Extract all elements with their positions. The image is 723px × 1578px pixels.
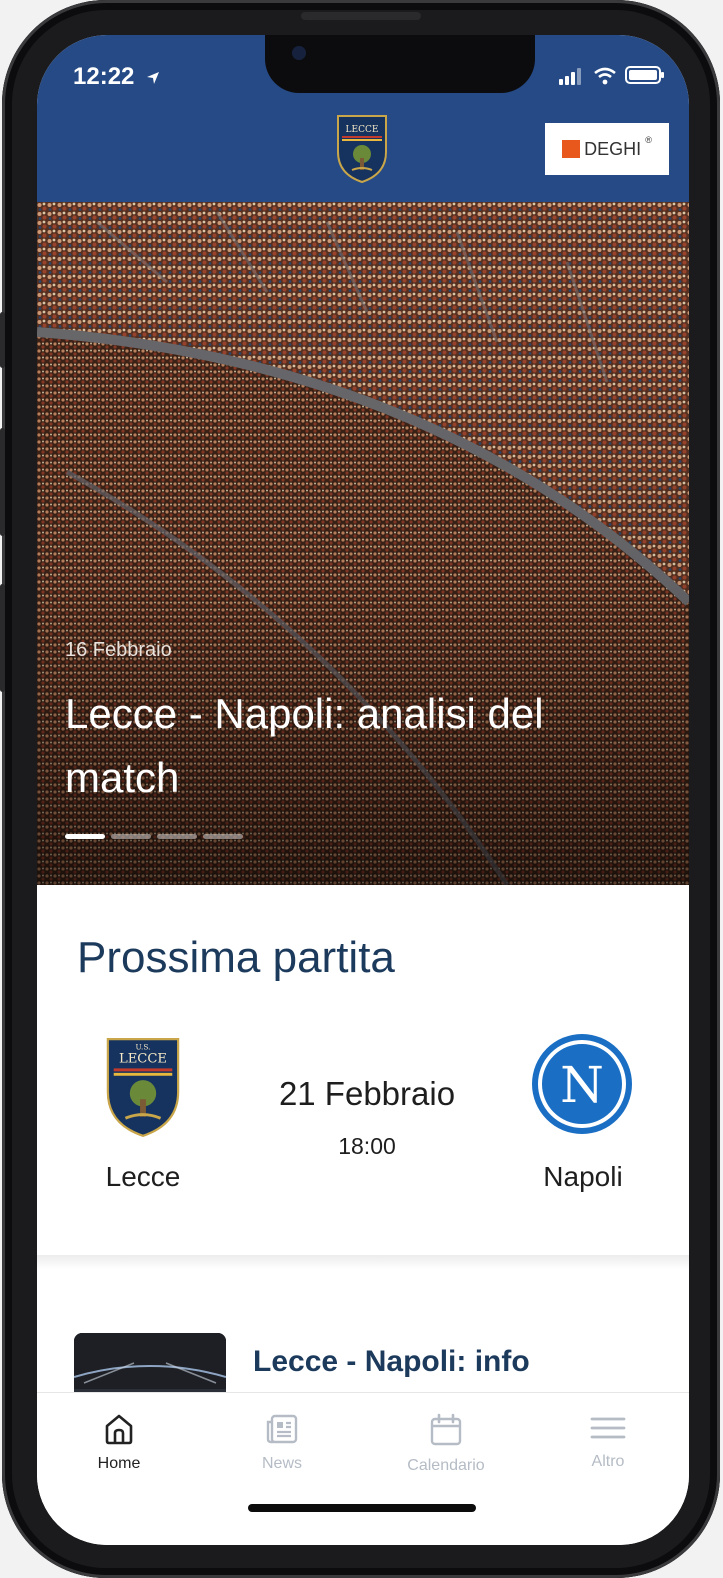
next-match-card[interactable]: Prossima partita U.S. LECCE Lecce 21 Feb… [37, 885, 689, 1255]
tab-news[interactable]: News [217, 1413, 347, 1473]
status-icons [559, 65, 665, 85]
svg-text:U.S.: U.S. [136, 1042, 151, 1051]
carousel-dot[interactable] [203, 834, 243, 839]
menu-icon [590, 1417, 626, 1439]
lecce-crest-icon: U.S. LECCE [106, 1038, 180, 1137]
svg-text:LECCE: LECCE [119, 1052, 167, 1067]
silent-switch [0, 312, 5, 368]
tab-altro[interactable]: Altro [543, 1413, 673, 1471]
tab-calendario-label: Calendario [407, 1457, 485, 1474]
app-screen: LECCE DEGHI ® 12:22 16 Febbraio Lecce - … [37, 35, 689, 1545]
tab-bar: Home News Calendario Altro [37, 1392, 689, 1545]
match-date: 21 Febbraio [278, 1075, 456, 1112]
section-divider [37, 1255, 689, 1269]
carousel-indicator[interactable] [65, 834, 243, 839]
signal-icon [559, 68, 581, 85]
tab-home-label: Home [97, 1455, 141, 1472]
battery-icon [625, 66, 664, 84]
tab-home[interactable]: Home [54, 1413, 184, 1473]
club-crest-icon[interactable]: LECCE [334, 112, 390, 184]
location-arrow-icon [147, 71, 160, 84]
hero-carousel[interactable]: 16 Febbraio Lecce - Napoli: analisi del … [37, 202, 689, 885]
away-team-name: Napoli [543, 1161, 623, 1192]
wifi-icon [594, 67, 616, 85]
news-icon [266, 1414, 298, 1444]
status-time: 12:22 [73, 63, 161, 91]
calendar-icon [430, 1413, 462, 1446]
registered-mark: ® [645, 135, 652, 145]
hero-title[interactable]: Lecce - Napoli: analisi del match [65, 682, 605, 810]
sponsor-logo[interactable]: DEGHI ® [545, 123, 669, 175]
carousel-dot[interactable] [157, 834, 197, 839]
home-icon [105, 1414, 133, 1445]
napoli-crest-icon: N [532, 1034, 632, 1134]
tab-calendario[interactable]: Calendario [381, 1413, 511, 1475]
sponsor-name: DEGHI [584, 138, 642, 159]
volume-down-button [0, 584, 5, 692]
home-team-name: Lecce [105, 1161, 181, 1192]
match-time: 18:00 [338, 1133, 396, 1159]
sponsor-mark-icon [562, 140, 581, 158]
carousel-dot[interactable] [65, 834, 105, 839]
news-list-item[interactable]: Lecce - Napoli: info [37, 1269, 689, 1403]
volume-up-button [0, 428, 5, 536]
tab-altro-label: Altro [591, 1453, 625, 1470]
news-title: Lecce - Napoli: info [253, 1345, 530, 1378]
home-indicator[interactable] [248, 1504, 476, 1512]
svg-text:LECCE: LECCE [346, 125, 379, 135]
svg-text:N: N [560, 1056, 604, 1114]
hero-date: 16 Febbraio [65, 639, 172, 661]
tab-news-label: News [261, 1455, 302, 1472]
next-match-heading: Prossima partita [77, 933, 395, 982]
earpiece-speaker [301, 12, 421, 20]
front-camera [292, 46, 306, 60]
notch [265, 35, 535, 93]
carousel-dot[interactable] [111, 834, 151, 839]
